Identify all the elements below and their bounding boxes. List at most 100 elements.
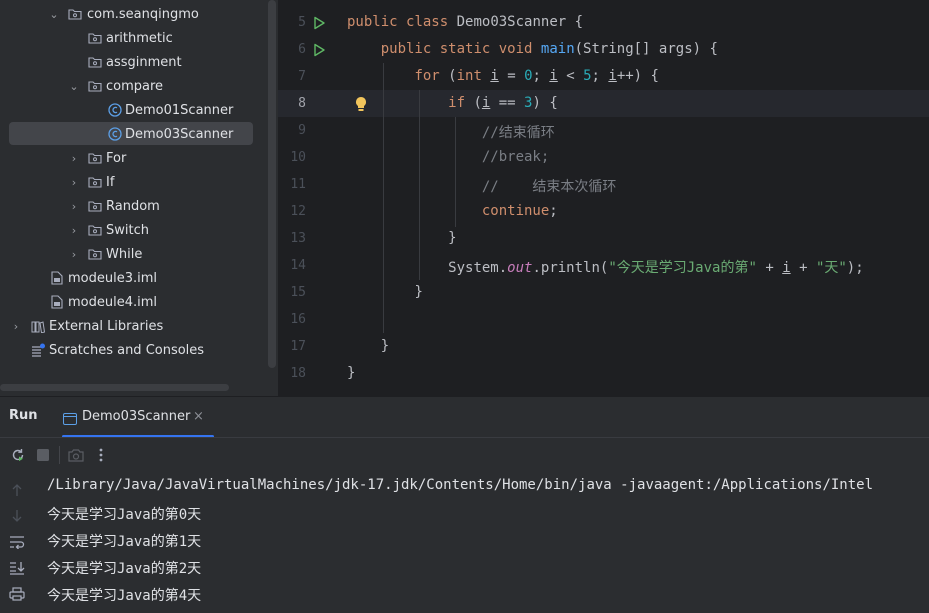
code-editor[interactable]: 5 public class Demo03Scanner { 6 public … <box>278 0 929 396</box>
code-text: public class Demo03Scanner { <box>347 14 584 30</box>
vertical-scrollbar[interactable] <box>268 0 276 368</box>
code-line-11: 11 // 结束本次循环 <box>278 172 929 199</box>
package-folder-icon <box>88 223 102 237</box>
code-line-15: 15 } <box>278 280 929 307</box>
line-number: 12 <box>290 204 306 219</box>
tree-item-label: If <box>106 174 115 190</box>
toolbar-divider <box>59 446 60 464</box>
tree-item-demo01scanner[interactable]: Demo01Scanner <box>0 98 278 122</box>
package-folder-icon <box>88 175 102 189</box>
chevron-down-icon[interactable]: ⌄ <box>68 80 80 93</box>
tree-item-label: com.seanqingmo <box>87 6 199 22</box>
package-folder-icon <box>88 31 102 45</box>
code-line-12: 12 continue; <box>278 199 929 226</box>
code-line-9: 9 //结束循环 <box>278 118 929 145</box>
line-number: 10 <box>290 150 306 165</box>
tree-item-label: assginment <box>106 54 182 70</box>
code-line-18: 18 } <box>278 361 929 388</box>
tree-item-label: modeule3.iml <box>68 270 158 286</box>
tree-item-random[interactable]: › Random <box>0 194 278 218</box>
package-folder-icon <box>88 247 102 261</box>
arrow-up-icon[interactable] <box>9 482 25 498</box>
more-options-icon[interactable] <box>93 447 109 463</box>
chevron-right-icon[interactable]: › <box>68 152 80 165</box>
tree-item-label: For <box>106 150 127 166</box>
package-folder-icon <box>68 7 82 21</box>
tree-item-modeule4-iml[interactable]: modeule4.iml <box>0 290 278 314</box>
tree-item-assginment[interactable]: assginment <box>0 50 278 74</box>
java-class-icon <box>108 103 122 117</box>
horizontal-scrollbar[interactable] <box>0 384 229 391</box>
code-text: public static void main(String[] args) { <box>380 41 718 57</box>
stop-icon[interactable] <box>35 447 51 463</box>
code-line-13: 13 } <box>278 226 929 253</box>
line-number: 18 <box>290 366 306 381</box>
console-output-line: 今天是学习Java的第0天 <box>47 507 202 523</box>
package-folder-icon <box>88 151 102 165</box>
tree-item-while[interactable]: › While <box>0 242 278 266</box>
iml-file-icon <box>50 271 64 285</box>
tree-item-label: Demo01Scanner <box>125 102 234 118</box>
tree-item-switch[interactable]: › Switch <box>0 218 278 242</box>
run-title: Run <box>9 408 38 423</box>
chevron-right-icon[interactable]: › <box>68 176 80 189</box>
line-number: 17 <box>290 339 306 354</box>
chevron-down-icon[interactable]: ⌄ <box>48 8 60 21</box>
iml-file-icon <box>50 295 64 309</box>
tree-item-demo03scanner[interactable]: Demo03Scanner <box>0 122 278 146</box>
tree-item-external-libraries[interactable]: › External Libraries <box>0 314 278 338</box>
chevron-right-icon[interactable]: › <box>68 200 80 213</box>
run-config-tab[interactable]: Demo03Scanner × <box>62 397 214 438</box>
tree-item-compare[interactable]: ⌄ compare <box>0 74 278 98</box>
code-text: continue; <box>481 203 558 219</box>
library-icon <box>31 319 45 333</box>
code-line-6: 6 public static void main(String[] args)… <box>278 37 929 64</box>
tree-item-label: compare <box>106 78 164 94</box>
project-tree-panel: ⌄ com.seanqingmo arithmetic assginment ⌄… <box>0 0 278 396</box>
scroll-to-end-icon[interactable] <box>9 560 25 576</box>
code-line-5: 5 public class Demo03Scanner { <box>278 10 929 37</box>
code-text: } <box>448 230 457 246</box>
tree-item-for[interactable]: › For <box>0 146 278 170</box>
console-output-line: 今天是学习Java的第1天 <box>47 534 202 550</box>
line-number: 6 <box>298 42 306 57</box>
line-number: 13 <box>290 231 306 246</box>
console-output[interactable]: /Library/Java/JavaVirtualMachines/jdk-17… <box>33 471 929 613</box>
line-number: 16 <box>290 312 306 327</box>
line-number: 5 <box>298 15 306 30</box>
camera-icon[interactable] <box>68 447 84 463</box>
chevron-right-icon[interactable]: › <box>68 224 80 237</box>
print-icon[interactable] <box>9 586 25 602</box>
rerun-icon[interactable] <box>10 447 26 463</box>
code-text: System.out.println("今天是学习Java的第" + i + "… <box>448 260 864 276</box>
console-output-line: 今天是学习Java的第4天 <box>47 588 202 604</box>
line-number: 15 <box>290 285 306 300</box>
close-tab-icon[interactable]: × <box>193 409 204 424</box>
tree-item-modeule3-iml[interactable]: modeule3.iml <box>0 266 278 290</box>
line-number: 14 <box>290 258 306 273</box>
arrow-down-icon[interactable] <box>9 508 25 524</box>
run-main-icon[interactable] <box>312 43 326 57</box>
tree-item-scratches[interactable]: Scratches and Consoles <box>0 338 278 362</box>
package-folder-icon <box>88 55 102 69</box>
chevron-right-icon[interactable]: › <box>10 320 22 333</box>
soft-wrap-icon[interactable] <box>9 534 25 550</box>
scratches-icon <box>31 343 45 357</box>
tree-item-label: arithmetic <box>106 30 173 46</box>
console-tab-icon <box>63 410 77 425</box>
code-text: } <box>347 365 356 381</box>
package-folder-icon <box>88 79 102 93</box>
tree-item-label: Demo03Scanner <box>125 126 234 142</box>
chevron-right-icon[interactable]: › <box>68 248 80 261</box>
code-line-8: 8 if (i == 3) { <box>278 91 929 118</box>
tree-item-com-seanqingmo[interactable]: ⌄ com.seanqingmo <box>0 2 278 26</box>
tree-item-arithmetic[interactable]: arithmetic <box>0 26 278 50</box>
tree-item-if[interactable]: › If <box>0 170 278 194</box>
console-command-line: /Library/Java/JavaVirtualMachines/jdk-17… <box>47 477 874 493</box>
lightbulb-icon[interactable] <box>354 96 368 112</box>
code-text: //break; <box>481 149 550 165</box>
run-class-icon[interactable] <box>312 16 326 30</box>
run-tool-window-header: Run Demo03Scanner × <box>0 396 929 438</box>
line-number: 7 <box>298 69 306 84</box>
code-line-7: 7 for (int i = 0; i < 5; i++) { <box>278 64 929 91</box>
